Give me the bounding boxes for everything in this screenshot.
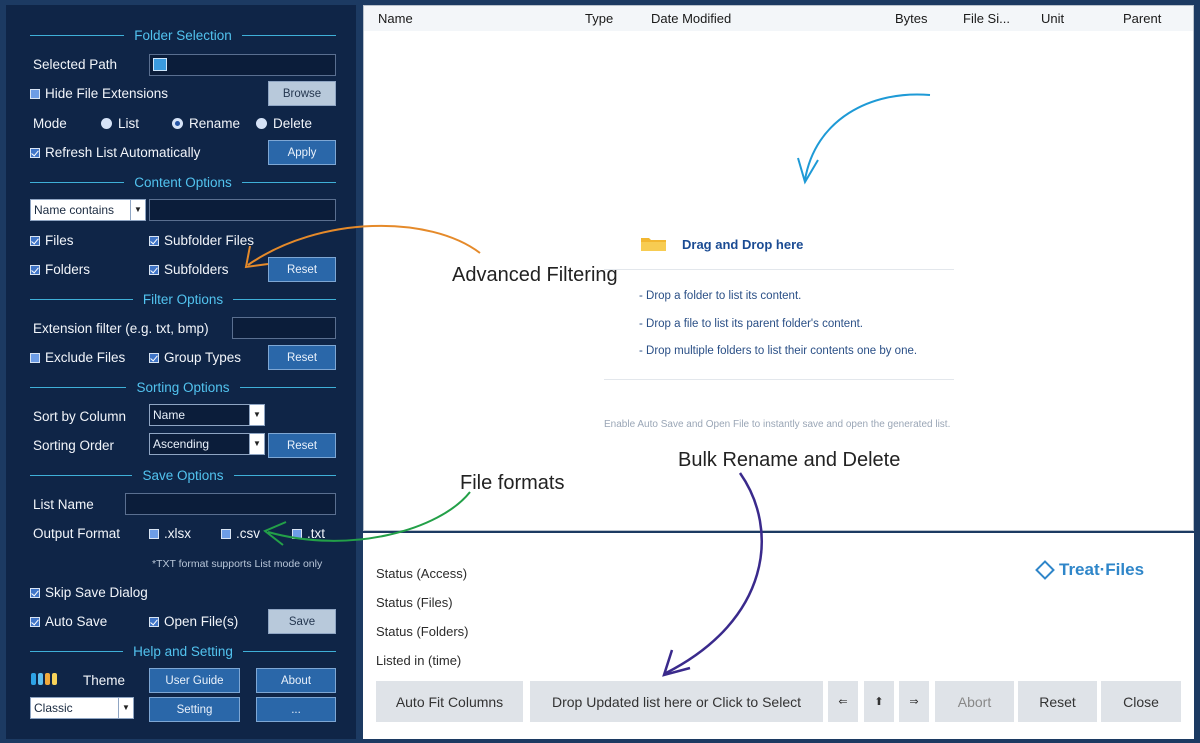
arrow-orange [247, 224, 481, 266]
arrow-blue [804, 93, 931, 181]
annotation-advanced-filtering: Advanced Filtering [452, 264, 618, 286]
annotation-arrows [244, 93, 931, 677]
annotation-bulk-rename-delete: Bulk Rename and Delete [678, 449, 901, 471]
arrow-green [267, 491, 471, 542]
annotation-file-formats: File formats [460, 472, 565, 494]
arrow-purple [665, 472, 763, 675]
